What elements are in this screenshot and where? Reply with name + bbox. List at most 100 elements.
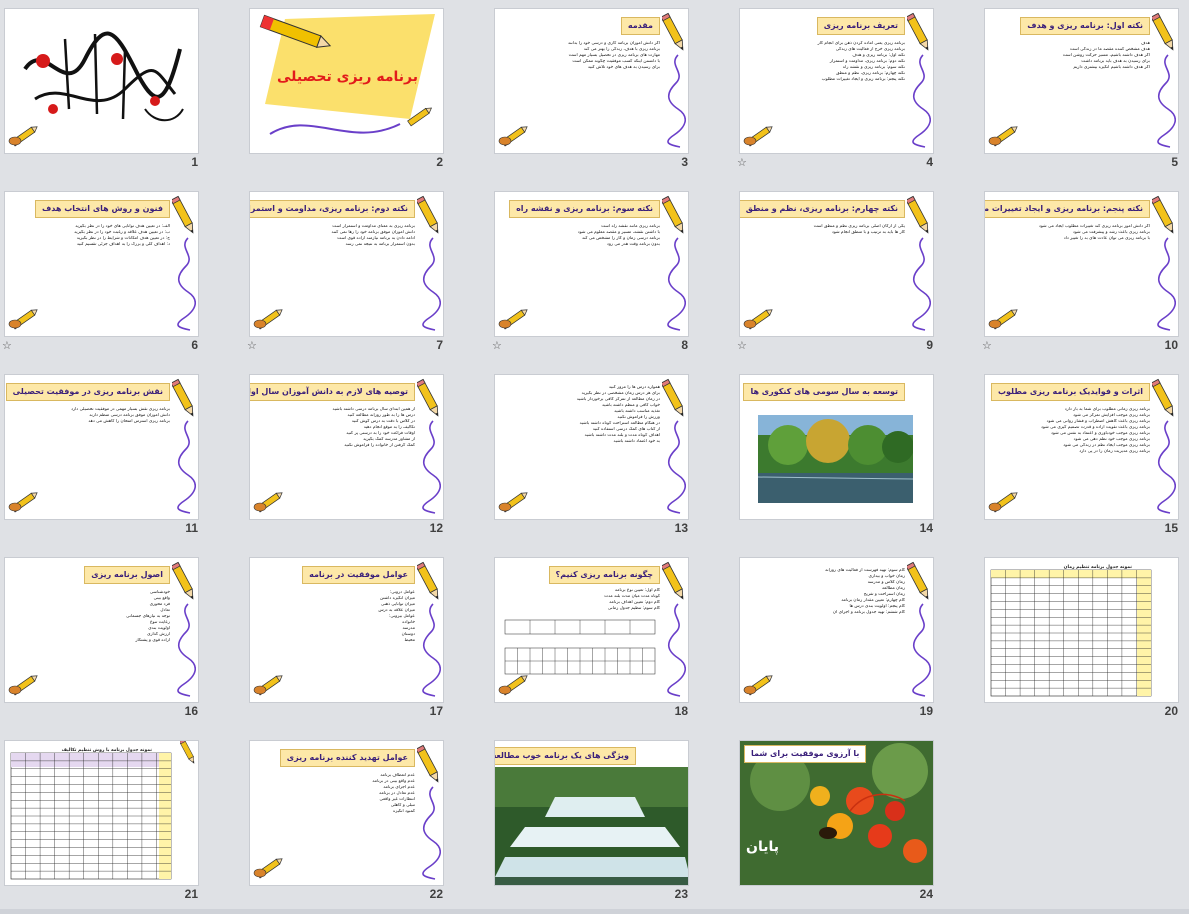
slide-canvas[interactable]: مقدمه اگر دانش آموزان برنامه کاری و درسی … — [494, 8, 689, 154]
pencil-icon — [1152, 378, 1174, 417]
slide-body: برنامه ریزی مانند نقشه راه است با داشتن ن… — [509, 224, 660, 248]
animation-star-icon[interactable]: ☆ — [492, 339, 502, 352]
pencil-hand-icon — [253, 492, 283, 513]
slide-canvas[interactable]: نکته دوم: برنامه ریزی، مداومت و استمرار ب… — [249, 191, 444, 337]
pencil-icon — [907, 12, 929, 51]
animation-star-icon[interactable]: ☆ — [737, 339, 747, 352]
pencil-icon — [1152, 195, 1174, 234]
slide-thumbnail-10[interactable]: نکته پنجم: برنامه ریزی و ایجاد تغییرات م… — [980, 183, 1180, 358]
slide-number: 11 — [185, 521, 198, 535]
slide-canvas[interactable]: عوامل تهدید کننده برنامه ریزی عدم انعطاف … — [249, 740, 444, 886]
slide-number: 22 — [429, 887, 443, 901]
slide-title: نکته پنجم: برنامه ریزی و ایجاد تغییرات م… — [985, 200, 1150, 218]
slide-canvas[interactable]: نقش برنامه ریزی در موفقیت تحصیلی برنامه ر… — [4, 374, 199, 520]
slide-canvas[interactable]: همواره درس ها را مرور کنید برای هر درس زم… — [494, 374, 689, 520]
slide-body: همواره درس ها را مرور کنید برای هر درس زم… — [509, 385, 660, 445]
slide-thumbnail-24[interactable]: با آرزوی موفقیت برای شما پایان 24 — [735, 732, 935, 907]
slide-thumbnail-18[interactable]: چگونه برنامه ریزی کنیم؟ گام اول: تعیین نو… — [490, 549, 690, 724]
slide-body: هدف هدف مشخص کننده مقصد ما در زندگی است اگ… — [999, 41, 1150, 71]
slide-number: 15 — [1164, 521, 1178, 535]
slide-canvas[interactable]: نکته پنجم: برنامه ریزی و ایجاد تغییرات م… — [984, 191, 1179, 337]
pencil-hand-icon — [743, 309, 773, 330]
slide-canvas[interactable]: با آرزوی موفقیت برای شما پایان — [739, 740, 934, 886]
pencil-icon — [407, 107, 433, 127]
slide-thumbnail-1[interactable]: 1 — [0, 0, 200, 175]
slide-number: 14 — [919, 521, 933, 535]
slide-number: 21 — [184, 887, 198, 901]
slide-canvas[interactable]: فنون و روش های انتخاب هدف الف: در تعیین ه… — [4, 191, 199, 337]
animation-star-icon[interactable]: ☆ — [737, 156, 747, 169]
slide-canvas[interactable]: توصیه های لازم به دانش آموزان سال اول دو… — [249, 374, 444, 520]
slide-thumbnail-9[interactable]: نکته چهارم: برنامه ریزی، نظم و منطق یکی ا… — [735, 183, 935, 358]
slide-canvas[interactable]: برنامه ریزی تحصیلی — [249, 8, 444, 154]
pencil-icon — [662, 12, 684, 51]
slide-canvas[interactable]: عوامل موفقیت در برنامه عوامل درونی: میزان … — [249, 557, 444, 703]
slide-title: نکته اول: برنامه ریزی و هدف — [1020, 17, 1150, 35]
slide-canvas[interactable]: اصول برنامه ریزی خودشناسی واقع بینی فرد محو… — [4, 557, 199, 703]
animation-star-icon[interactable]: ☆ — [2, 339, 12, 352]
slide-body-line: به خود اعتماد داشته باشید — [613, 439, 660, 444]
slide-canvas[interactable]: چگونه برنامه ریزی کنیم؟ گام اول: تعیین نو… — [494, 557, 689, 703]
slide-number: 12 — [429, 521, 443, 535]
curl-decoration — [177, 420, 196, 514]
slide-thumbnail-13[interactable]: همواره درس ها را مرور کنید برای هر درس زم… — [490, 366, 690, 541]
slide-thumbnail-16[interactable]: اصول برنامه ریزی خودشناسی واقع بینی فرد محو… — [0, 549, 200, 724]
slide-thumbnail-2[interactable]: برنامه ریزی تحصیلی 2 — [245, 0, 445, 175]
slide-body: خودشناسی واقع بینی فرد محوری تعادل توجه به ن… — [19, 590, 170, 644]
slide-canvas[interactable]: نکته اول: برنامه ریزی و هدف هدف هدف مشخص ک… — [984, 8, 1179, 154]
slide-canvas[interactable]: نمونه جدول برنامه با روش تنظیم تکالیف — [4, 740, 199, 886]
slide-canvas[interactable]: گام سوم: تهیه فهرست از فعالیت های روزانه… — [739, 557, 934, 703]
slide-thumbnail-20[interactable]: نمونه جدول برنامه تنظیم زمان 20 — [980, 549, 1180, 724]
slide-thumbnail-3[interactable]: مقدمه اگر دانش آموزان برنامه کاری و درسی … — [490, 0, 690, 175]
slide-thumbnail-21[interactable]: نمونه جدول برنامه با روش تنظیم تکالیف 21 — [0, 732, 200, 907]
slide-canvas[interactable]: ویژگی های یک برنامه خوب مطالعه — [494, 740, 689, 886]
slide-thumbnail-7[interactable]: نکته دوم: برنامه ریزی، مداومت و استمرار ب… — [245, 183, 445, 358]
curl-decoration — [177, 237, 196, 331]
curl-decoration — [912, 54, 931, 148]
slide-canvas[interactable]: نکته سوم: برنامه ریزی و نقشه راه برنامه ر… — [494, 191, 689, 337]
slide-thumbnail-22[interactable]: عوامل تهدید کننده برنامه ریزی عدم انعطاف … — [245, 732, 445, 907]
slide-title: چگونه برنامه ریزی کنیم؟ — [548, 566, 660, 584]
slide-canvas[interactable]: تعریف برنامه ریزی برنامه ریزی یعنی آماده … — [739, 8, 934, 154]
slide-thumbnail-11[interactable]: نقش برنامه ریزی در موفقیت تحصیلی برنامه ر… — [0, 366, 200, 541]
slide-body: برنامه ریزی یعنی آماده کردن ذهن برای انج… — [754, 41, 905, 83]
slide-body-line: اگر هدف داشته باشیم انگیزه بیشتری داریم — [1073, 65, 1150, 70]
slide-thumbnail-17[interactable]: عوامل موفقیت در برنامه عوامل درونی: میزان … — [245, 549, 445, 724]
slide-canvas[interactable]: نمونه جدول برنامه تنظیم زمان — [984, 557, 1179, 703]
slide-canvas[interactable] — [4, 8, 199, 154]
slide-thumbnail-4[interactable]: تعریف برنامه ریزی برنامه ریزی یعنی آماده … — [735, 0, 935, 175]
slide-thumbnail-6[interactable]: فنون و روش های انتخاب هدف الف: در تعیین ه… — [0, 183, 200, 358]
slide-number: 18 — [674, 704, 688, 718]
slide-canvas[interactable]: اثرات و فوایدیک برنامه ریزی مطلوب برنامه … — [984, 374, 1179, 520]
slide-thumbnail-5[interactable]: نکته اول: برنامه ریزی و هدف هدف هدف مشخص ک… — [980, 0, 1180, 175]
slide-thumbnail-14[interactable]: توسعه به سال سومی های کنکوری ها 14 — [735, 366, 935, 541]
status-bar — [0, 909, 1189, 914]
slide-body: برنامه ریزی نقش بسیار مهمی در موفقیت تحص… — [19, 407, 170, 425]
slide-thumbnail-19[interactable]: گام سوم: تهیه فهرست از فعالیت های روزانه… — [735, 549, 935, 724]
slide-canvas[interactable]: توسعه به سال سومی های کنکوری ها — [739, 374, 934, 520]
slide-thumbnail-8[interactable]: نکته سوم: برنامه ریزی و نقشه راه برنامه ر… — [490, 183, 690, 358]
waterfall-photo — [495, 767, 688, 885]
pencil-hand-icon — [253, 675, 283, 696]
slide-canvas[interactable]: نکته چهارم: برنامه ریزی، نظم و منطق یکی ا… — [739, 191, 934, 337]
pencil-hand-icon — [8, 309, 38, 330]
slide-title: اصول برنامه ریزی — [84, 566, 170, 584]
pencil-hand-icon — [253, 858, 283, 879]
curl-decoration — [1157, 237, 1176, 331]
end-label: پایان — [746, 839, 779, 855]
animation-star-icon[interactable]: ☆ — [247, 339, 257, 352]
schedule-table — [990, 569, 1152, 697]
curl-decoration — [667, 237, 686, 331]
slide-thumbnail-23[interactable]: ویژگی های یک برنامه خوب مطالعه 23 — [490, 732, 690, 907]
animation-star-icon[interactable]: ☆ — [982, 339, 992, 352]
slide-thumbnail-15[interactable]: اثرات و فوایدیک برنامه ریزی مطلوب برنامه … — [980, 366, 1180, 541]
slide-body: گام اول: تعیین نوع برنامه کوتاه مدت میان … — [509, 588, 660, 612]
pencil-icon — [907, 561, 929, 600]
slide-body-line: کمک گرفتن از خانواده را فراموش نکنید — [344, 443, 415, 448]
slide-thumbnail-12[interactable]: توصیه های لازم به دانش آموزان سال اول دو… — [245, 366, 445, 541]
slide-body-line: کمبود انگیزه — [392, 809, 415, 814]
slide-body-line: با برنامه ریزی می توان عادت های بد را تغ… — [1063, 236, 1150, 241]
curl-decoration — [422, 786, 441, 880]
slide-title: تعریف برنامه ریزی — [816, 17, 905, 35]
pencil-icon — [1152, 12, 1174, 51]
